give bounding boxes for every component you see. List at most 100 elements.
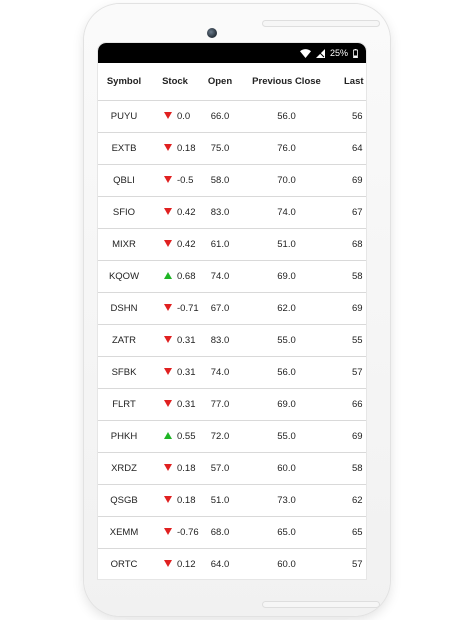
arrow-down-icon [164, 111, 172, 119]
cell-open: 72.0 [200, 420, 240, 453]
table-row[interactable]: QBLI -0.5 58.0 70.0 69 [98, 164, 366, 197]
arrow-down-icon [164, 335, 172, 343]
cell-symbol: MIXR [98, 228, 150, 261]
stock-change-value: -0.5 [177, 175, 194, 186]
cell-last-trade: 68 [333, 228, 366, 261]
arrow-down-icon [164, 207, 172, 215]
cell-symbol: SFIO [98, 196, 150, 229]
cell-previous-close: 62.0 [240, 292, 333, 325]
table-row[interactable]: MIXR 0.42 61.0 51.0 68 [98, 228, 366, 261]
cell-symbol: FLRT [98, 388, 150, 421]
cell-stock: 0.0 [150, 100, 200, 133]
table-row[interactable]: XEMM -0.76 68.0 65.0 65 [98, 516, 366, 549]
table-row[interactable]: FLRT 0.31 77.0 69.0 66 [98, 388, 366, 421]
cell-symbol: PHKH [98, 420, 150, 453]
cell-stock: 0.68 [150, 260, 200, 293]
cell-last-trade: 57 [333, 548, 366, 579]
stock-change-value: 0.42 [177, 207, 196, 218]
column-header-last-trade[interactable]: Last Tra [333, 63, 366, 101]
cell-stock: 0.42 [150, 196, 200, 229]
battery-percent: 25% [329, 48, 348, 58]
table-row[interactable]: ZATR 0.31 83.0 55.0 55 [98, 324, 366, 357]
cell-previous-close: 60.0 [240, 452, 333, 485]
column-header-previous-close[interactable]: Previous Close [240, 63, 333, 101]
stock-change-value: 0.0 [177, 111, 191, 122]
arrow-down-icon [164, 175, 172, 183]
arrow-down-icon [164, 303, 172, 311]
cell-last-trade: 69 [333, 164, 366, 197]
table-row[interactable]: ORTC 0.12 64.0 60.0 57 [98, 548, 366, 579]
table-row[interactable]: XRDZ 0.18 57.0 60.0 58 [98, 452, 366, 485]
cell-last-trade: 58 [333, 260, 366, 293]
cell-symbol: XEMM [98, 516, 150, 549]
stock-change-value: 0.68 [177, 271, 196, 282]
cell-last-trade: 56 [333, 100, 366, 133]
cell-open: 58.0 [200, 164, 240, 197]
arrow-down-icon [164, 527, 172, 535]
arrow-down-icon [164, 143, 172, 151]
table-row[interactable]: SFBK 0.31 74.0 56.0 57 [98, 356, 366, 389]
cell-stock: 0.55 [150, 420, 200, 453]
cell-open: 57.0 [200, 452, 240, 485]
cell-last-trade: 57 [333, 356, 366, 389]
table-row[interactable]: EXTB 0.18 75.0 76.0 64 [98, 132, 366, 165]
table-row[interactable]: KQOW 0.68 74.0 69.0 58 [98, 260, 366, 293]
cell-symbol: ORTC [98, 548, 150, 579]
cell-symbol: PUYU [98, 100, 150, 133]
column-header-stock[interactable]: Stock [150, 63, 200, 101]
cell-stock: -0.76 [150, 516, 200, 549]
cell-last-trade: 69 [333, 292, 366, 325]
cell-stock: -0.5 [150, 164, 200, 197]
table-row[interactable]: SFIO 0.42 83.0 74.0 67 [98, 196, 366, 229]
cell-stock: 0.12 [150, 548, 200, 579]
cell-open: 74.0 [200, 260, 240, 293]
table-row[interactable]: PUYU 0.0 66.0 56.0 56 [98, 100, 366, 133]
cell-symbol: ZATR [98, 324, 150, 357]
column-header-symbol[interactable]: Symbol [98, 63, 150, 101]
arrow-down-icon [164, 399, 172, 407]
cell-previous-close: 56.0 [240, 356, 333, 389]
cell-open: 68.0 [200, 516, 240, 549]
cell-previous-close: 56.0 [240, 100, 333, 133]
cell-stock: 0.18 [150, 452, 200, 485]
front-camera [207, 28, 217, 38]
cell-open: 77.0 [200, 388, 240, 421]
cell-previous-close: 55.0 [240, 324, 333, 357]
cell-previous-close: 76.0 [240, 132, 333, 165]
table-header-row: Symbol Stock Open Previous Close Last Tr… [98, 63, 366, 101]
column-header-open[interactable]: Open [200, 63, 240, 101]
phone-screen: 25% Symbol Stock Open Previous Close Las… [98, 43, 366, 579]
cell-stock: -0.71 [150, 292, 200, 325]
cell-stock: 0.31 [150, 356, 200, 389]
stock-change-value: 0.55 [177, 431, 196, 442]
cell-previous-close: 51.0 [240, 228, 333, 261]
arrow-down-icon [164, 239, 172, 247]
cell-open: 83.0 [200, 324, 240, 357]
arrow-down-icon [164, 463, 172, 471]
stock-change-value: 0.12 [177, 559, 196, 570]
cell-stock: 0.42 [150, 228, 200, 261]
stock-change-value: 0.18 [177, 143, 196, 154]
cell-last-trade: 66 [333, 388, 366, 421]
table-row[interactable]: DSHN -0.71 67.0 62.0 69 [98, 292, 366, 325]
earpiece-speaker [262, 20, 380, 27]
cell-symbol: SFBK [98, 356, 150, 389]
cell-stock: 0.31 [150, 388, 200, 421]
stock-change-value: 0.31 [177, 367, 196, 378]
table-row[interactable]: PHKH 0.55 72.0 55.0 69 [98, 420, 366, 453]
stock-change-value: -0.76 [177, 527, 199, 538]
stock-table: Symbol Stock Open Previous Close Last Tr… [98, 63, 366, 579]
table-row[interactable]: QSGB 0.18 51.0 73.0 62 [98, 484, 366, 517]
signal-icon [315, 48, 325, 58]
cell-last-trade: 64 [333, 132, 366, 165]
arrow-down-icon [164, 367, 172, 375]
wifi-icon [299, 48, 311, 58]
cell-previous-close: 60.0 [240, 548, 333, 579]
cell-last-trade: 67 [333, 196, 366, 229]
stock-change-value: 0.42 [177, 239, 196, 250]
battery-icon [353, 48, 358, 58]
cell-symbol: EXTB [98, 132, 150, 165]
bottom-speaker [262, 601, 380, 608]
cell-open: 67.0 [200, 292, 240, 325]
cell-last-trade: 65 [333, 516, 366, 549]
